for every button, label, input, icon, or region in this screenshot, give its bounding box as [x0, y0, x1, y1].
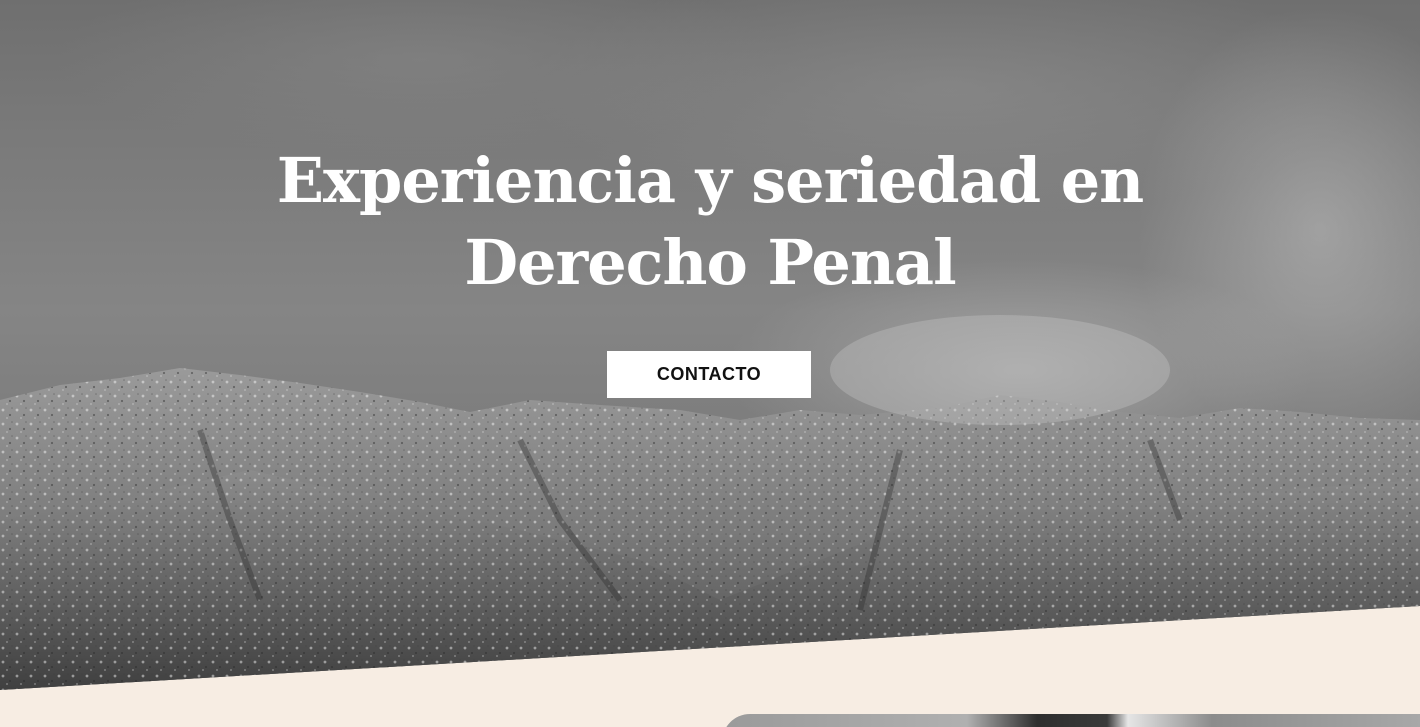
- mountain-background-image: [0, 315, 1420, 690]
- hero-title: Experiencia y seriedad en Derecho Penal: [260, 140, 1160, 304]
- contact-button[interactable]: CONTACTO: [607, 351, 811, 398]
- page: Experiencia y seriedad en Derecho Penal …: [0, 0, 1420, 727]
- hero-title-line-2: Derecho Penal: [464, 226, 956, 299]
- hero-section: Experiencia y seriedad en Derecho Penal …: [0, 0, 1420, 690]
- hero-content: Experiencia y seriedad en Derecho Penal: [0, 140, 1420, 304]
- next-section-image-card: [722, 714, 1420, 727]
- hero-title-line-1: Experiencia y seriedad en: [276, 144, 1144, 217]
